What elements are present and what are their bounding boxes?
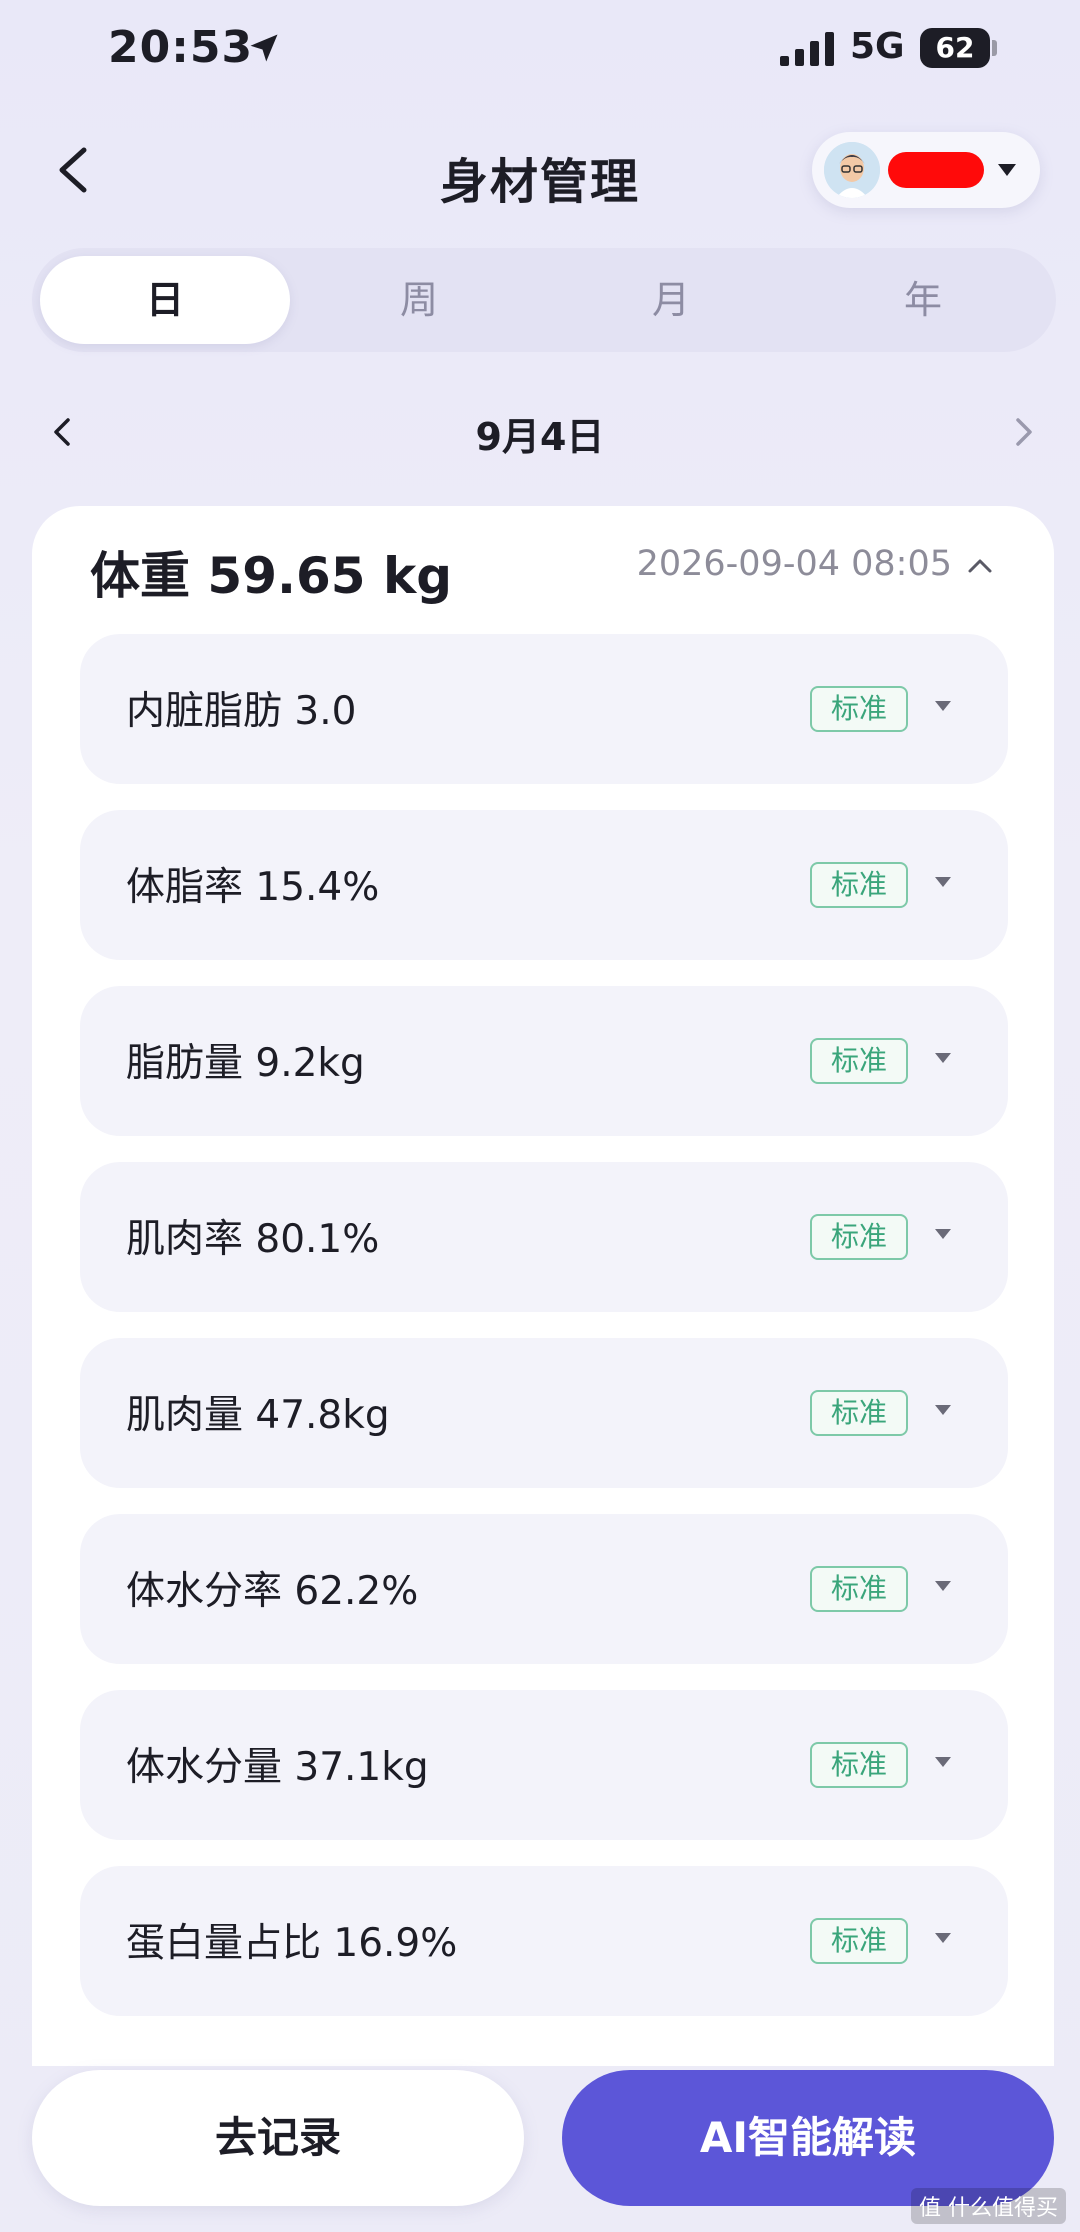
metric-row-protein-ratio[interactable]: 蛋白量占比 16.9% 标准 — [80, 1866, 1008, 2016]
metric-row-body-water-rate[interactable]: 体水分率 62.2% 标准 — [80, 1514, 1008, 1664]
tab-day[interactable]: 日 — [40, 256, 290, 344]
metric-row-muscle-mass[interactable]: 肌肉量 47.8kg 标准 — [80, 1338, 1008, 1488]
status-badge: 标准 — [810, 1742, 908, 1788]
metric-text: 体水分量 37.1kg — [126, 1745, 429, 1790]
avatar-image-icon — [824, 142, 880, 198]
signal-icon — [780, 32, 834, 66]
metric-text: 肌肉率 80.1% — [126, 1217, 380, 1262]
status-time: 20:53 — [108, 22, 254, 73]
status-badge: 标准 — [810, 1214, 908, 1260]
caret-down-icon — [935, 701, 951, 711]
network-label: 5G — [850, 26, 905, 67]
caret-down-icon — [935, 1229, 951, 1239]
caret-down-icon — [935, 1933, 951, 1943]
battery-tip — [992, 40, 997, 56]
metric-row-body-fat-rate[interactable]: 体脂率 15.4% 标准 — [80, 810, 1008, 960]
caret-down-icon — [935, 877, 951, 887]
user-switcher[interactable] — [812, 132, 1040, 208]
caret-down-icon — [935, 1757, 951, 1767]
caret-down-icon — [935, 1405, 951, 1415]
status-badge: 标准 — [810, 1918, 908, 1964]
weight-record-card: 体重 59.65 kg 2026-09-04 08:05 内脏脂肪 3.0 标准… — [32, 506, 1054, 2066]
caret-down-icon — [935, 1053, 951, 1063]
location-arrow-icon — [250, 34, 278, 62]
avatar — [824, 142, 880, 198]
redacted-username — [888, 152, 984, 188]
watermark: 值 什么值得买 — [911, 2188, 1066, 2224]
metric-row-fat-mass[interactable]: 脂肪量 9.2kg 标准 — [80, 986, 1008, 1136]
status-badge: 标准 — [810, 686, 908, 732]
caret-down-icon — [998, 164, 1016, 176]
weight-title: 体重 59.65 kg — [90, 547, 453, 605]
metric-text: 脂肪量 9.2kg — [126, 1041, 365, 1086]
status-badge: 标准 — [810, 1390, 908, 1436]
tab-year[interactable]: 年 — [798, 256, 1048, 344]
period-tabs: 日 周 月 年 — [32, 248, 1056, 352]
current-date: 9月4日 — [475, 415, 605, 459]
battery-indicator: 62 — [920, 28, 990, 68]
date-navigator: 9月4日 — [0, 396, 1080, 468]
caret-down-icon — [935, 1581, 951, 1591]
metric-text: 体水分率 62.2% — [126, 1569, 419, 1614]
metric-text: 蛋白量占比 16.9% — [126, 1921, 458, 1966]
next-date-button[interactable] — [1004, 410, 1044, 454]
tab-week[interactable]: 周 — [294, 256, 544, 344]
metric-row-visceral-fat[interactable]: 内脏脂肪 3.0 标准 — [80, 634, 1008, 784]
go-record-button[interactable]: 去记录 — [32, 2070, 524, 2206]
metric-row-muscle-rate[interactable]: 肌肉率 80.1% 标准 — [80, 1162, 1008, 1312]
record-timestamp: 2026-09-04 08:05 — [636, 544, 952, 584]
status-badge: 标准 — [810, 1566, 908, 1612]
header: 身材管理 — [0, 120, 1080, 220]
chevron-up-icon[interactable] — [964, 550, 996, 582]
status-bar: 20:53 5G 62 — [0, 0, 1080, 100]
metric-row-body-water-mass[interactable]: 体水分量 37.1kg 标准 — [80, 1690, 1008, 1840]
status-badge: 标准 — [810, 862, 908, 908]
metric-text: 内脏脂肪 3.0 — [126, 689, 357, 734]
status-badge: 标准 — [810, 1038, 908, 1084]
ai-interpret-button[interactable]: AI智能解读 — [562, 2070, 1054, 2206]
metric-text: 体脂率 15.4% — [126, 865, 380, 910]
tab-month[interactable]: 月 — [546, 256, 796, 344]
metric-text: 肌肉量 47.8kg — [126, 1393, 390, 1438]
